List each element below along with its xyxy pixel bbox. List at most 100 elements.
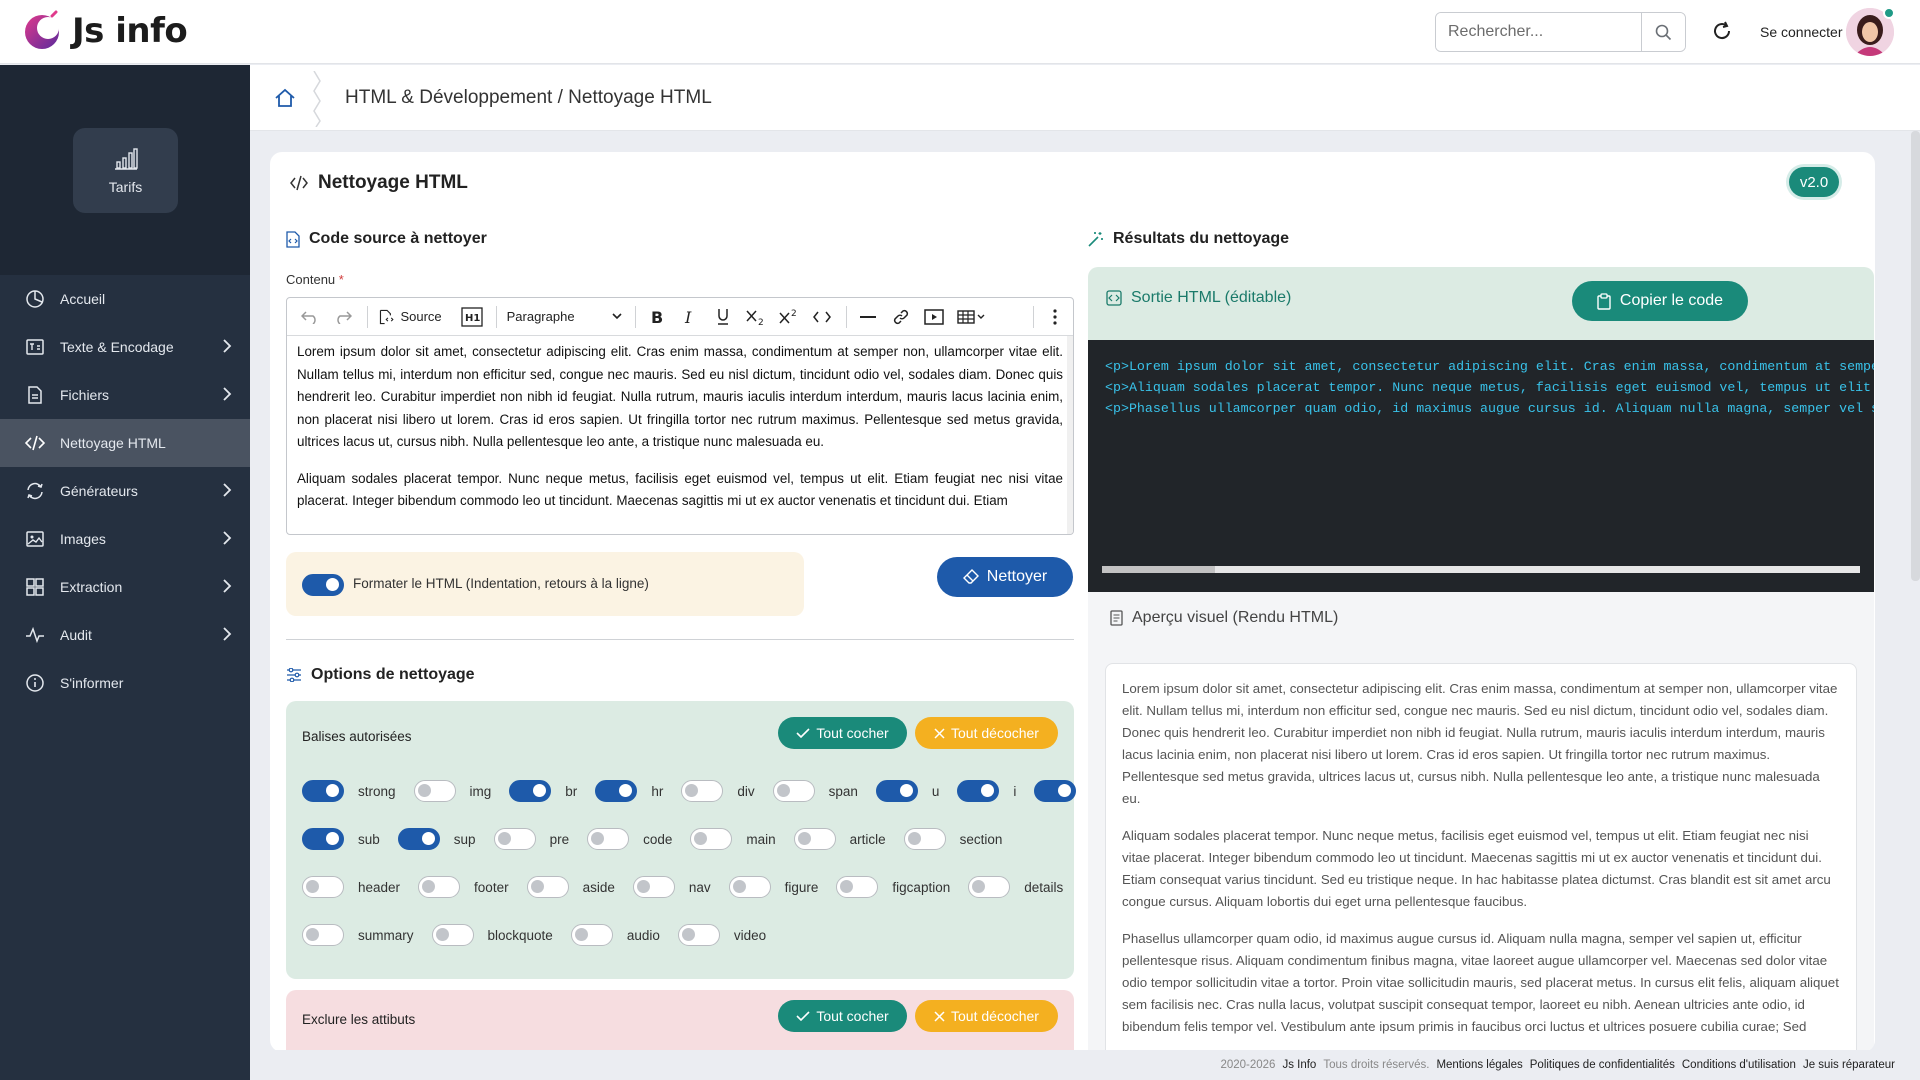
- toggle-switch[interactable]: [875, 780, 918, 802]
- sidebar-item-images[interactable]: Images: [0, 515, 250, 563]
- sidebar-item-extraction[interactable]: Extraction: [0, 563, 250, 611]
- tag-toggle-footer[interactable]: footer: [418, 876, 509, 898]
- table-button[interactable]: [952, 302, 990, 332]
- tag-toggle-sub[interactable]: sub: [302, 828, 380, 850]
- toggle-switch[interactable]: [302, 780, 344, 802]
- tag-toggle-span[interactable]: span: [772, 780, 858, 802]
- tag-toggle-section[interactable]: section: [903, 828, 1002, 850]
- toggle-switch[interactable]: [772, 780, 815, 802]
- footer-link-terms[interactable]: Conditions d'utilisation: [1682, 1059, 1796, 1071]
- tag-toggle-i[interactable]: i: [957, 780, 1016, 802]
- toggle-switch[interactable]: [681, 780, 724, 802]
- inline-code-button[interactable]: [807, 302, 837, 332]
- toggle-switch[interactable]: [903, 828, 946, 850]
- refresh-button[interactable]: [1711, 20, 1733, 42]
- toggle-switch[interactable]: [690, 828, 733, 850]
- toggle-switch[interactable]: [302, 924, 344, 946]
- footer-brand-link[interactable]: Js Info: [1282, 1059, 1316, 1071]
- underline-button[interactable]: [708, 302, 738, 332]
- tag-toggle-aside[interactable]: aside: [526, 876, 615, 898]
- toggle-switch[interactable]: [526, 876, 569, 898]
- app-logo[interactable]: Js info: [22, 10, 188, 52]
- toggle-switch[interactable]: [302, 876, 344, 898]
- toggle-switch[interactable]: [509, 780, 552, 802]
- editor-content[interactable]: Lorem ipsum dolor sit amet, consectetur …: [287, 336, 1073, 534]
- italic-button[interactable]: I: [675, 302, 705, 332]
- tag-toggle-hr[interactable]: hr: [595, 780, 663, 802]
- tag-toggle-article[interactable]: article: [793, 828, 886, 850]
- tag-toggle-main[interactable]: main: [690, 828, 776, 850]
- source-button[interactable]: Source: [374, 302, 446, 332]
- toggle-switch[interactable]: [1034, 780, 1077, 802]
- html-output-code[interactable]: <p>Lorem ipsum dolor sit amet, consectet…: [1088, 340, 1874, 592]
- sidebar-item-accueil[interactable]: Accueil: [0, 275, 250, 323]
- tag-toggle-u[interactable]: u: [875, 780, 939, 802]
- subscript-button[interactable]: 2: [741, 302, 771, 332]
- heading-button[interactable]: H1: [457, 302, 487, 332]
- toggle-switch[interactable]: [587, 828, 630, 850]
- toggle-switch[interactable]: [957, 780, 1000, 802]
- bold-button[interactable]: B: [642, 302, 672, 332]
- tag-toggle-details[interactable]: details: [968, 876, 1063, 898]
- media-button[interactable]: [919, 302, 949, 332]
- format-toggle[interactable]: [302, 574, 344, 596]
- tag-toggle-figure[interactable]: figure: [728, 876, 818, 898]
- sidebar-item-texte-encodage[interactable]: Texte & Encodage: [0, 323, 250, 371]
- toggle-switch[interactable]: [836, 876, 879, 898]
- page-scrollbar[interactable]: [1911, 131, 1920, 581]
- sidebar-item-audit[interactable]: Audit: [0, 611, 250, 659]
- tag-toggle-audio[interactable]: audio: [570, 924, 660, 946]
- copy-code-button[interactable]: Copier le code: [1572, 281, 1748, 321]
- sidebar-item-fichiers[interactable]: Fichiers: [0, 371, 250, 419]
- tag-toggle-pre[interactable]: pre: [493, 828, 569, 850]
- uncheck-all-button[interactable]: Tout décocher: [915, 717, 1058, 749]
- horizontal-line-button[interactable]: [853, 302, 883, 332]
- toggle-switch[interactable]: [793, 828, 836, 850]
- toggle-switch[interactable]: [968, 876, 1011, 898]
- search-button[interactable]: [1641, 13, 1685, 51]
- link-button[interactable]: [886, 302, 916, 332]
- login-link[interactable]: Se connecter: [1760, 24, 1843, 40]
- tag-toggle-img[interactable]: img: [413, 780, 491, 802]
- footer-link-privacy[interactable]: Politiques de confidentialités: [1530, 1059, 1675, 1071]
- tag-toggle-video[interactable]: video: [677, 924, 766, 946]
- check-all-button[interactable]: Tout cocher: [778, 717, 907, 749]
- tag-toggle-br[interactable]: br: [509, 780, 577, 802]
- toggle-switch[interactable]: [632, 876, 675, 898]
- check-all-attributes-button[interactable]: Tout cocher: [778, 1000, 907, 1032]
- toggle-switch[interactable]: [570, 924, 613, 946]
- sidebar-item-sinformer[interactable]: S'informer: [0, 659, 250, 707]
- clean-button[interactable]: Nettoyer: [937, 557, 1073, 597]
- toggle-switch[interactable]: [431, 924, 474, 946]
- tag-toggle-strong[interactable]: strong: [302, 780, 396, 802]
- tag-toggle-figcaption[interactable]: figcaption: [836, 876, 950, 898]
- toggle-switch[interactable]: [595, 780, 638, 802]
- tag-toggle-header[interactable]: header: [302, 876, 400, 898]
- footer-link-legal[interactable]: Mentions légales: [1436, 1059, 1522, 1071]
- tarifs-button[interactable]: Tarifs: [73, 128, 178, 213]
- tag-toggle-sup[interactable]: sup: [397, 828, 476, 850]
- tag-toggle-blockquote[interactable]: blockquote: [431, 924, 553, 946]
- paragraph-select[interactable]: Paragraphe: [503, 302, 627, 332]
- toggle-switch[interactable]: [302, 828, 344, 850]
- code-horizontal-scrollbar[interactable]: [1102, 566, 1860, 573]
- sidebar-item-nettoyage-html[interactable]: Nettoyage HTML: [0, 419, 250, 467]
- toggle-switch[interactable]: [397, 828, 440, 850]
- tag-toggle-summary[interactable]: summary: [302, 924, 414, 946]
- superscript-button[interactable]: 2: [774, 302, 804, 332]
- more-options-button[interactable]: [1040, 302, 1070, 332]
- undo-button[interactable]: [295, 302, 325, 332]
- uncheck-all-attributes-button[interactable]: Tout décocher: [915, 1000, 1058, 1032]
- search-input[interactable]: [1436, 13, 1641, 51]
- home-icon[interactable]: [274, 87, 296, 109]
- toggle-switch[interactable]: [418, 876, 461, 898]
- toggle-switch[interactable]: [493, 828, 536, 850]
- toggle-switch[interactable]: [413, 780, 456, 802]
- redo-button[interactable]: [328, 302, 358, 332]
- footer-link-repairer[interactable]: Je suis réparateur: [1803, 1059, 1895, 1071]
- tag-toggle-div[interactable]: div: [681, 780, 755, 802]
- tag-toggle-nav[interactable]: nav: [632, 876, 711, 898]
- scrollbar-thumb[interactable]: [1102, 566, 1215, 573]
- editor-scrollbar[interactable]: [1067, 336, 1073, 534]
- tag-toggle-code[interactable]: code: [587, 828, 672, 850]
